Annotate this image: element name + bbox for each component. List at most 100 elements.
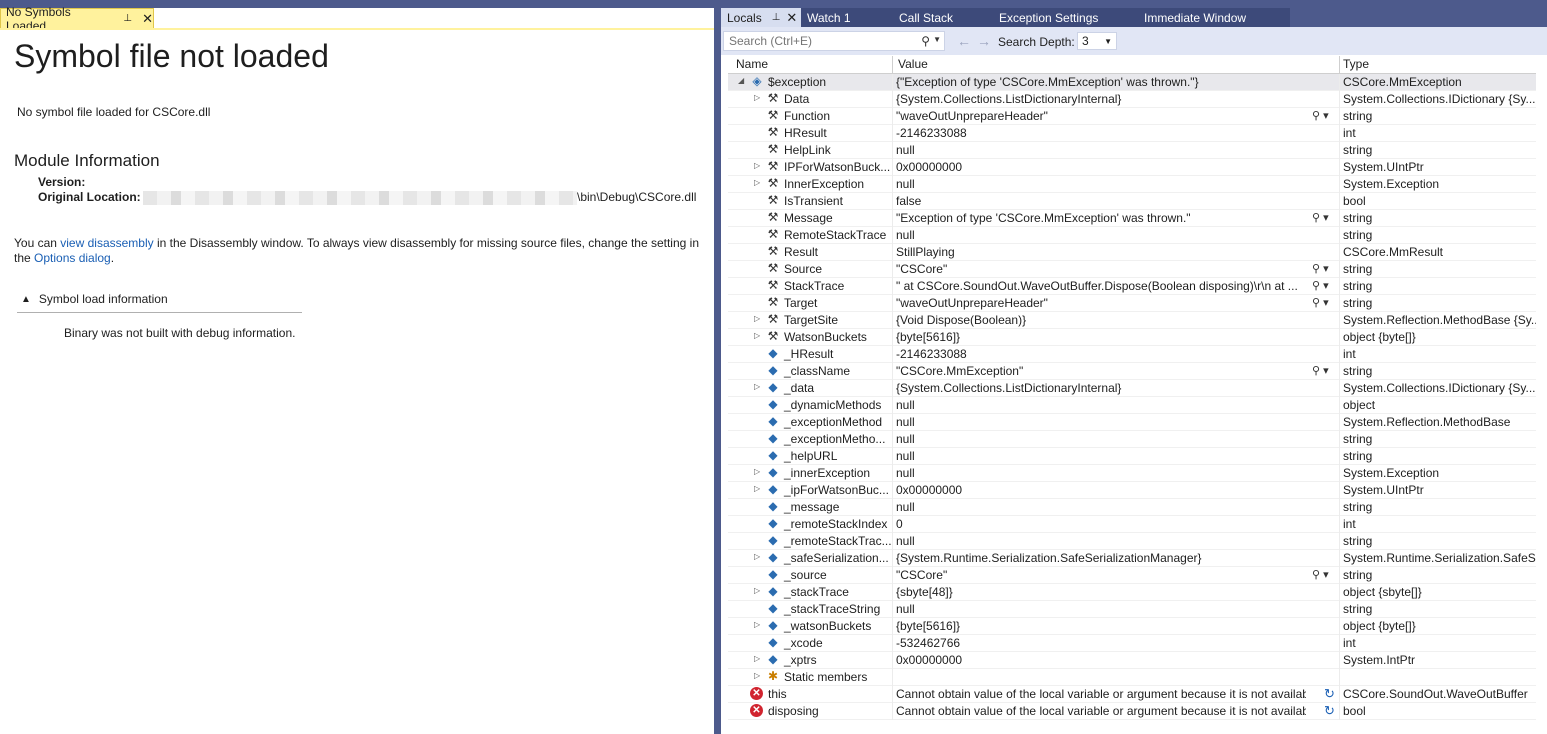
table-row[interactable]: ◆ _exceptionMethod null System.Reflection.M… — [728, 414, 1536, 431]
variable-value[interactable]: Cannot obtain value of the local variabl… — [896, 704, 1306, 718]
table-row[interactable]: ⚒ Message "Exception of type 'CSCore.MmExc… — [728, 210, 1536, 227]
variable-value[interactable]: null — [896, 500, 1336, 514]
options-dialog-link[interactable]: Options dialog — [34, 251, 111, 265]
table-row[interactable]: ◆ _helpURL null string — [728, 448, 1536, 465]
visualizer-magnifier-icon[interactable]: ⚲ ▾ — [1312, 296, 1329, 309]
variable-value[interactable]: {"Exception of type 'CSCore.MmException'… — [896, 75, 1336, 89]
variable-value[interactable]: -2146233088 — [896, 126, 1336, 140]
visualizer-magnifier-icon[interactable]: ⚲ ▾ — [1312, 109, 1329, 122]
search-icon[interactable]: ⚲ — [921, 34, 930, 48]
table-row[interactable]: ⚒ Function "waveOutUnprepareHeader" ⚲ ▾ stri… — [728, 108, 1536, 125]
table-row[interactable]: ◆ _stackTraceString null string — [728, 601, 1536, 618]
visualizer-magnifier-icon[interactable]: ⚲ ▾ — [1312, 262, 1329, 275]
table-row[interactable]: ◆ _exceptionMetho... null string — [728, 431, 1536, 448]
close-icon[interactable]: ✕ — [142, 11, 153, 27]
variable-value[interactable]: null — [896, 228, 1336, 242]
variable-value[interactable]: 0 — [896, 517, 1336, 531]
variable-value[interactable]: {System.Collections.ListDictionaryIntern… — [896, 381, 1336, 395]
table-row[interactable]: ◆ _message null string — [728, 499, 1536, 516]
variable-value[interactable]: 0x00000000 — [896, 160, 1336, 174]
variable-value[interactable]: "waveOutUnprepareHeader" — [896, 109, 1306, 123]
symbol-load-info-toggle[interactable]: ▲ Symbol load information — [17, 286, 302, 313]
table-row[interactable]: ⚒ IsTransient false bool — [728, 193, 1536, 210]
search-depth-select[interactable]: 3 ▼ — [1077, 32, 1117, 50]
variable-value[interactable]: {System.Collections.ListDictionaryIntern… — [896, 92, 1336, 106]
no-symbols-tab[interactable]: No Symbols Loaded ⊥ ✕ — [0, 5, 154, 33]
variable-value[interactable]: null — [896, 602, 1336, 616]
table-row[interactable]: ◆ _remoteStackTrac... null string — [728, 533, 1536, 550]
variable-value[interactable]: null — [896, 432, 1336, 446]
table-row[interactable]: ▷ ✱ Static members — [728, 669, 1536, 686]
table-row[interactable]: ⚒ Source "CSCore" ⚲ ▾ string — [728, 261, 1536, 278]
column-divider[interactable] — [1339, 56, 1340, 73]
variable-value[interactable]: -532462766 — [896, 636, 1336, 650]
variable-value[interactable]: {byte[5616]} — [896, 330, 1336, 344]
table-row[interactable]: ▷ ◆ _data {System.Collections.ListDictionar… — [728, 380, 1536, 397]
arrow-right-icon[interactable]: → — [977, 33, 991, 49]
refresh-icon[interactable]: ↻ — [1324, 703, 1335, 719]
variable-value[interactable]: null — [896, 415, 1336, 429]
table-row[interactable]: ◆ _className "CSCore.MmException" ⚲ ▾ string — [728, 363, 1536, 380]
visualizer-magnifier-icon[interactable]: ⚲ ▾ — [1312, 364, 1329, 377]
table-row[interactable]: ▷ ⚒ Data {System.Collections.ListDictionary… — [728, 91, 1536, 108]
table-row[interactable]: ⚒ StackTrace " at CSCore.SoundOut.WaveOutB… — [728, 278, 1536, 295]
tab-locals[interactable]: Locals ⊥ ✕ — [721, 8, 801, 27]
tab-immediate-window[interactable]: Immediate Window — [1138, 8, 1290, 27]
visualizer-magnifier-icon[interactable]: ⚲ ▾ — [1312, 568, 1329, 581]
arrow-left-icon[interactable]: ← — [957, 33, 971, 49]
table-row[interactable]: ▷ ◆ _innerException null System.Exception — [728, 465, 1536, 482]
table-row[interactable]: ✕ disposing Cannot obtain value of the loc… — [728, 703, 1536, 720]
table-row[interactable]: ▷ ◆ _xptrs 0x00000000 System.IntPtr — [728, 652, 1536, 669]
close-icon[interactable]: ✕ — [786, 10, 797, 26]
variable-value[interactable]: null — [896, 398, 1336, 412]
table-row[interactable]: ▷ ⚒ TargetSite {Void Dispose(Boolean)} Syste… — [728, 312, 1536, 329]
table-row[interactable]: ◢ ◈ $exception {"Exception of type 'CSCore.… — [728, 74, 1536, 91]
table-row[interactable]: ▷ ◆ _ipForWatsonBuc... 0x00000000 System.UIn… — [728, 482, 1536, 499]
variable-value[interactable]: 0x00000000 — [896, 653, 1336, 667]
variable-value[interactable]: null — [896, 143, 1336, 157]
refresh-icon[interactable]: ↻ — [1324, 686, 1335, 702]
table-row[interactable]: ⚒ HelpLink null string — [728, 142, 1536, 159]
variable-value[interactable]: {Void Dispose(Boolean)} — [896, 313, 1336, 327]
column-header-name[interactable]: Name — [736, 57, 768, 71]
variable-value[interactable]: "Exception of type 'CSCore.MmException' … — [896, 211, 1306, 225]
variable-value[interactable]: "CSCore" — [896, 262, 1306, 276]
variable-value[interactable]: "CSCore" — [896, 568, 1306, 582]
tab-call-stack[interactable]: Call Stack — [893, 8, 993, 27]
pin-icon[interactable]: ⊥ — [772, 12, 781, 23]
table-row[interactable]: ▷ ⚒ WatsonBuckets {byte[5616]} object {byte[… — [728, 329, 1536, 346]
variable-value[interactable]: null — [896, 466, 1336, 480]
tab-watch-1[interactable]: Watch 1 — [801, 8, 893, 27]
variable-value[interactable]: false — [896, 194, 1336, 208]
table-row[interactable]: ◆ _HResult -2146233088 int — [728, 346, 1536, 363]
table-row[interactable]: ▷ ◆ _safeSerialization... {System.Runtime.S… — [728, 550, 1536, 567]
table-row[interactable]: ◆ _dynamicMethods null object — [728, 397, 1536, 414]
view-disassembly-link[interactable]: view disassembly — [60, 236, 153, 250]
tab-exception-settings[interactable]: Exception Settings — [993, 8, 1138, 27]
variable-value[interactable]: "waveOutUnprepareHeader" — [896, 296, 1306, 310]
table-row[interactable]: ◆ _xcode -532462766 int — [728, 635, 1536, 652]
chevron-down-icon[interactable]: ▼ — [933, 35, 941, 44]
variable-value[interactable]: -2146233088 — [896, 347, 1336, 361]
variable-value[interactable]: 0x00000000 — [896, 483, 1336, 497]
variable-value[interactable]: "CSCore.MmException" — [896, 364, 1306, 378]
search-input[interactable] — [727, 33, 911, 49]
variable-value[interactable]: Cannot obtain value of the local variabl… — [896, 687, 1306, 701]
visualizer-magnifier-icon[interactable]: ⚲ ▾ — [1312, 279, 1329, 292]
variable-value[interactable]: {byte[5616]} — [896, 619, 1336, 633]
table-row[interactable]: ▷ ⚒ InnerException null System.Exception — [728, 176, 1536, 193]
table-row[interactable]: ▷ ◆ _watsonBuckets {byte[5616]} object {byte… — [728, 618, 1536, 635]
variable-value[interactable]: StillPlaying — [896, 245, 1336, 259]
table-row[interactable]: ▷ ⚒ IPForWatsonBuck... 0x00000000 System.UIn… — [728, 159, 1536, 176]
variable-value[interactable]: null — [896, 177, 1336, 191]
column-divider[interactable] — [892, 56, 893, 73]
table-row[interactable]: ⚒ HResult -2146233088 int — [728, 125, 1536, 142]
column-header-type[interactable]: Type — [1343, 57, 1369, 71]
table-row[interactable]: ▷ ◆ _stackTrace {sbyte[48]} object {sbyte[]} — [728, 584, 1536, 601]
variable-value[interactable]: {System.Runtime.Serialization.SafeSerial… — [896, 551, 1336, 565]
table-row[interactable]: ⚒ RemoteStackTrace null string — [728, 227, 1536, 244]
variable-value[interactable]: null — [896, 449, 1336, 463]
variable-value[interactable]: null — [896, 534, 1336, 548]
variable-value[interactable]: {sbyte[48]} — [896, 585, 1336, 599]
table-row[interactable]: ◆ _remoteStackIndex 0 int — [728, 516, 1536, 533]
